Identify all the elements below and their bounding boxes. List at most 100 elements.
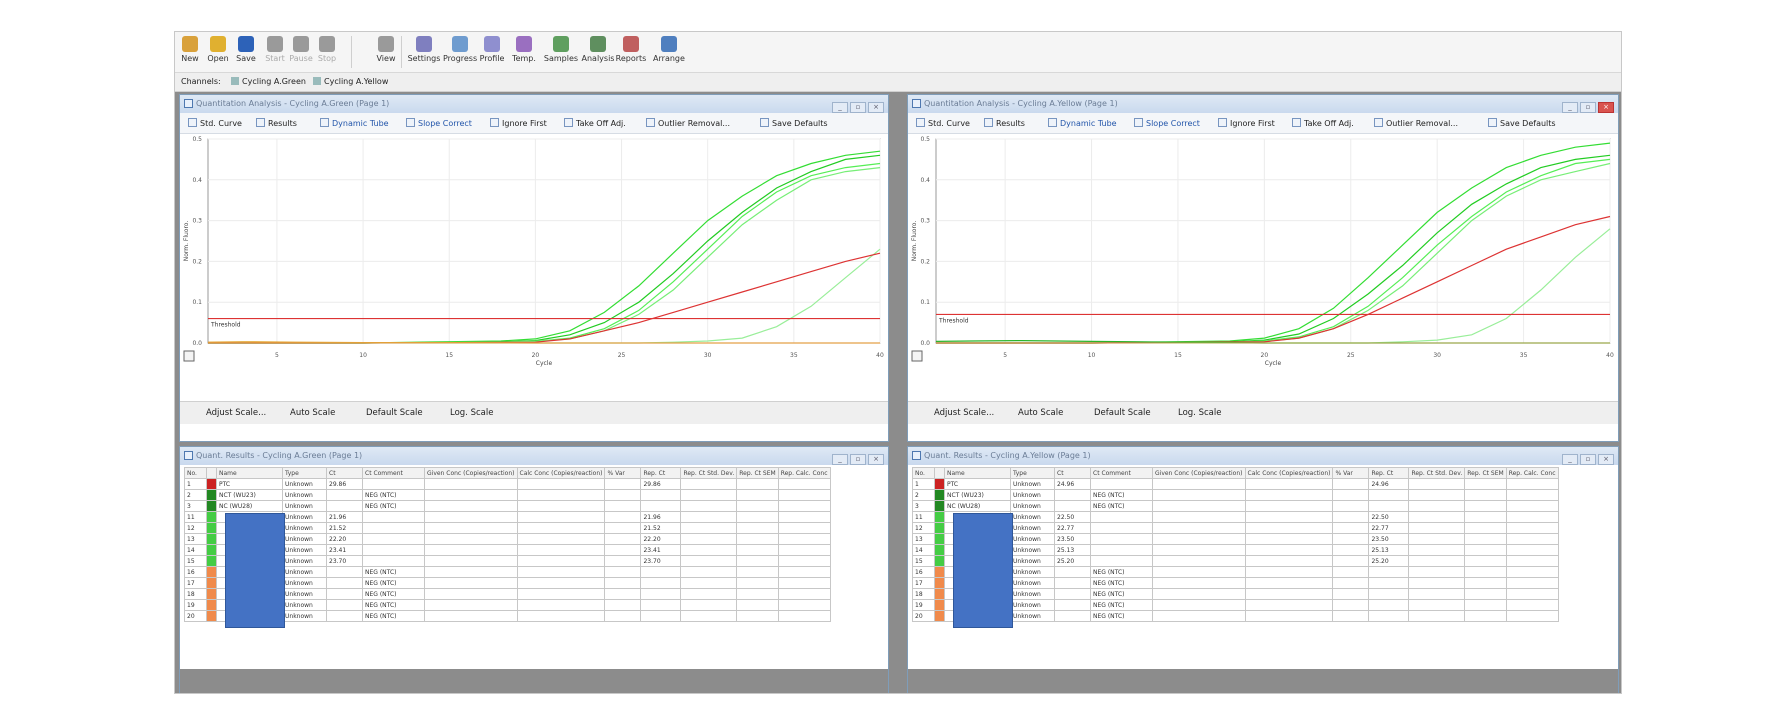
table-cell[interactable] [1464, 500, 1507, 512]
table-cell[interactable] [516, 610, 606, 622]
table-cell[interactable] [516, 555, 606, 567]
close-button[interactable]: × [1598, 102, 1614, 113]
table-cell[interactable] [680, 522, 738, 534]
table-cell[interactable] [1090, 511, 1153, 523]
table-cell[interactable] [1408, 500, 1466, 512]
table-cell[interactable]: 1 [184, 478, 207, 490]
table-cell[interactable] [424, 544, 518, 556]
table-cell[interactable] [680, 511, 738, 523]
adjust-scale-button[interactable]: Adjust Scale... [206, 408, 266, 418]
table-cell[interactable] [424, 500, 518, 512]
save-button[interactable]: Save [233, 34, 259, 70]
table-cell[interactable] [1152, 511, 1246, 523]
table-cell[interactable] [1505, 511, 1559, 523]
progress-button[interactable]: Progress [443, 34, 477, 70]
auto-scale-button[interactable]: Auto Scale [1018, 408, 1063, 418]
colour-cell[interactable] [934, 478, 945, 490]
tab-cycling-a-yellow[interactable]: Cycling A.Yellow [309, 77, 392, 86]
table-cell[interactable] [640, 610, 682, 622]
table-cell[interactable]: 19 [912, 599, 935, 611]
table-cell[interactable] [680, 599, 738, 611]
ignore-first-button[interactable]: Ignore First [1218, 118, 1275, 128]
table-cell[interactable]: 21.96 [640, 511, 682, 523]
table-cell[interactable] [604, 588, 642, 600]
table-cell[interactable]: Unknown [1010, 588, 1055, 600]
column-header[interactable]: Ct [1054, 467, 1091, 479]
table-row[interactable]: 2 NCT (WU23) Unknown NEG (NTC) [912, 489, 1559, 501]
table-row[interactable]: 3 NC (WU28) Unknown NEG (NTC) [184, 500, 831, 512]
table-cell[interactable] [1505, 588, 1559, 600]
column-header[interactable]: % Var [604, 467, 642, 479]
table-cell[interactable] [1505, 478, 1559, 490]
colour-cell[interactable] [206, 599, 217, 611]
table-cell[interactable] [736, 500, 779, 512]
table-cell[interactable] [640, 489, 682, 501]
colour-cell[interactable] [934, 533, 945, 545]
new-button[interactable]: New [177, 34, 203, 70]
table-cell[interactable] [424, 577, 518, 589]
pause-button[interactable]: Pause [289, 34, 313, 70]
table-cell[interactable] [1368, 599, 1410, 611]
table-cell[interactable] [1152, 555, 1246, 567]
table-cell[interactable] [1464, 610, 1507, 622]
log-scale-button[interactable]: Log. Scale [1178, 408, 1221, 418]
table-cell[interactable] [1332, 610, 1370, 622]
table-cell[interactable]: Unknown [282, 577, 327, 589]
table-cell[interactable] [1054, 588, 1091, 600]
table-cell[interactable]: Unknown [1010, 500, 1055, 512]
table-cell[interactable] [736, 478, 779, 490]
table-cell[interactable]: Unknown [1010, 577, 1055, 589]
table-cell[interactable]: Unknown [282, 478, 327, 490]
table-cell[interactable]: 25.13 [1368, 544, 1410, 556]
table-cell[interactable] [1090, 478, 1153, 490]
table-cell[interactable] [1408, 566, 1466, 578]
table-cell[interactable]: 11 [912, 511, 935, 523]
table-cell[interactable]: 24.96 [1368, 478, 1410, 490]
column-header[interactable]: Given Conc (Copies/reaction) [424, 467, 518, 479]
table-cell[interactable] [736, 610, 779, 622]
window-title-bar[interactable]: Quantitation Analysis - Cycling A.Green … [180, 95, 888, 113]
profile-button[interactable]: Profile [477, 34, 507, 70]
std-curve-button[interactable]: Std. Curve [916, 118, 970, 128]
table-cell[interactable] [1464, 555, 1507, 567]
table-cell[interactable] [736, 511, 779, 523]
minimize-button[interactable]: _ [1562, 454, 1578, 465]
table-cell[interactable]: 13 [184, 533, 207, 545]
table-cell[interactable]: NEG (NTC) [362, 599, 425, 611]
table-cell[interactable] [1408, 599, 1466, 611]
table-cell[interactable] [1368, 610, 1410, 622]
minimize-button[interactable]: _ [1562, 102, 1578, 113]
window-title-bar[interactable]: Quantitation Analysis - Cycling A.Yellow… [908, 95, 1618, 113]
table-cell[interactable] [1332, 588, 1370, 600]
table-cell[interactable] [1152, 566, 1246, 578]
table-cell[interactable] [1368, 566, 1410, 578]
column-header[interactable]: Ct [326, 467, 363, 479]
table-cell[interactable]: 22.20 [326, 533, 363, 545]
table-cell[interactable]: 29.86 [640, 478, 682, 490]
slope-correct-button[interactable]: Slope Correct [406, 118, 472, 128]
table-cell[interactable]: 22.50 [1368, 511, 1410, 523]
table-cell[interactable] [604, 577, 642, 589]
window-title-bar[interactable]: Quant. Results - Cycling A.Yellow (Page … [908, 447, 1618, 465]
table-cell[interactable]: NEG (NTC) [362, 566, 425, 578]
table-cell[interactable]: 25.13 [1054, 544, 1091, 556]
table-cell[interactable] [640, 588, 682, 600]
table-cell[interactable] [1332, 555, 1370, 567]
table-cell[interactable] [424, 599, 518, 611]
table-cell[interactable] [326, 588, 363, 600]
table-cell[interactable] [1244, 588, 1334, 600]
table-cell[interactable]: 25.20 [1054, 555, 1091, 567]
table-cell[interactable] [1464, 566, 1507, 578]
table-cell[interactable] [1152, 500, 1246, 512]
table-cell[interactable]: NEG (NTC) [1090, 599, 1153, 611]
table-cell[interactable] [516, 500, 606, 512]
table-cell[interactable]: 29.86 [326, 478, 363, 490]
table-cell[interactable] [1505, 533, 1559, 545]
table-cell[interactable]: 23.41 [640, 544, 682, 556]
table-cell[interactable]: 21.52 [326, 522, 363, 534]
table-cell[interactable] [1332, 599, 1370, 611]
table-cell[interactable]: 24.96 [1054, 478, 1091, 490]
table-cell[interactable] [1152, 478, 1246, 490]
table-cell[interactable] [640, 566, 682, 578]
table-cell[interactable] [1464, 588, 1507, 600]
